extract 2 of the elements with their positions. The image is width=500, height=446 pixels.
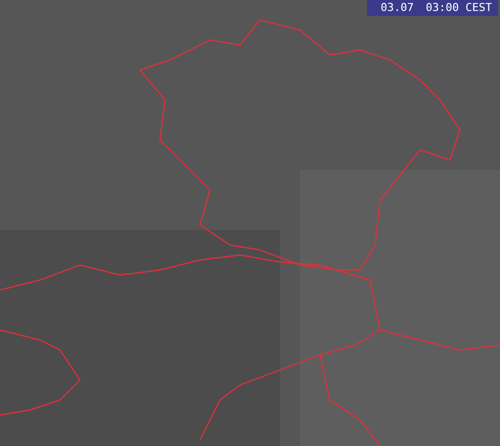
forecast-time: 03:00 CEST — [426, 1, 492, 14]
forecast-date: 03.07 — [380, 1, 414, 14]
